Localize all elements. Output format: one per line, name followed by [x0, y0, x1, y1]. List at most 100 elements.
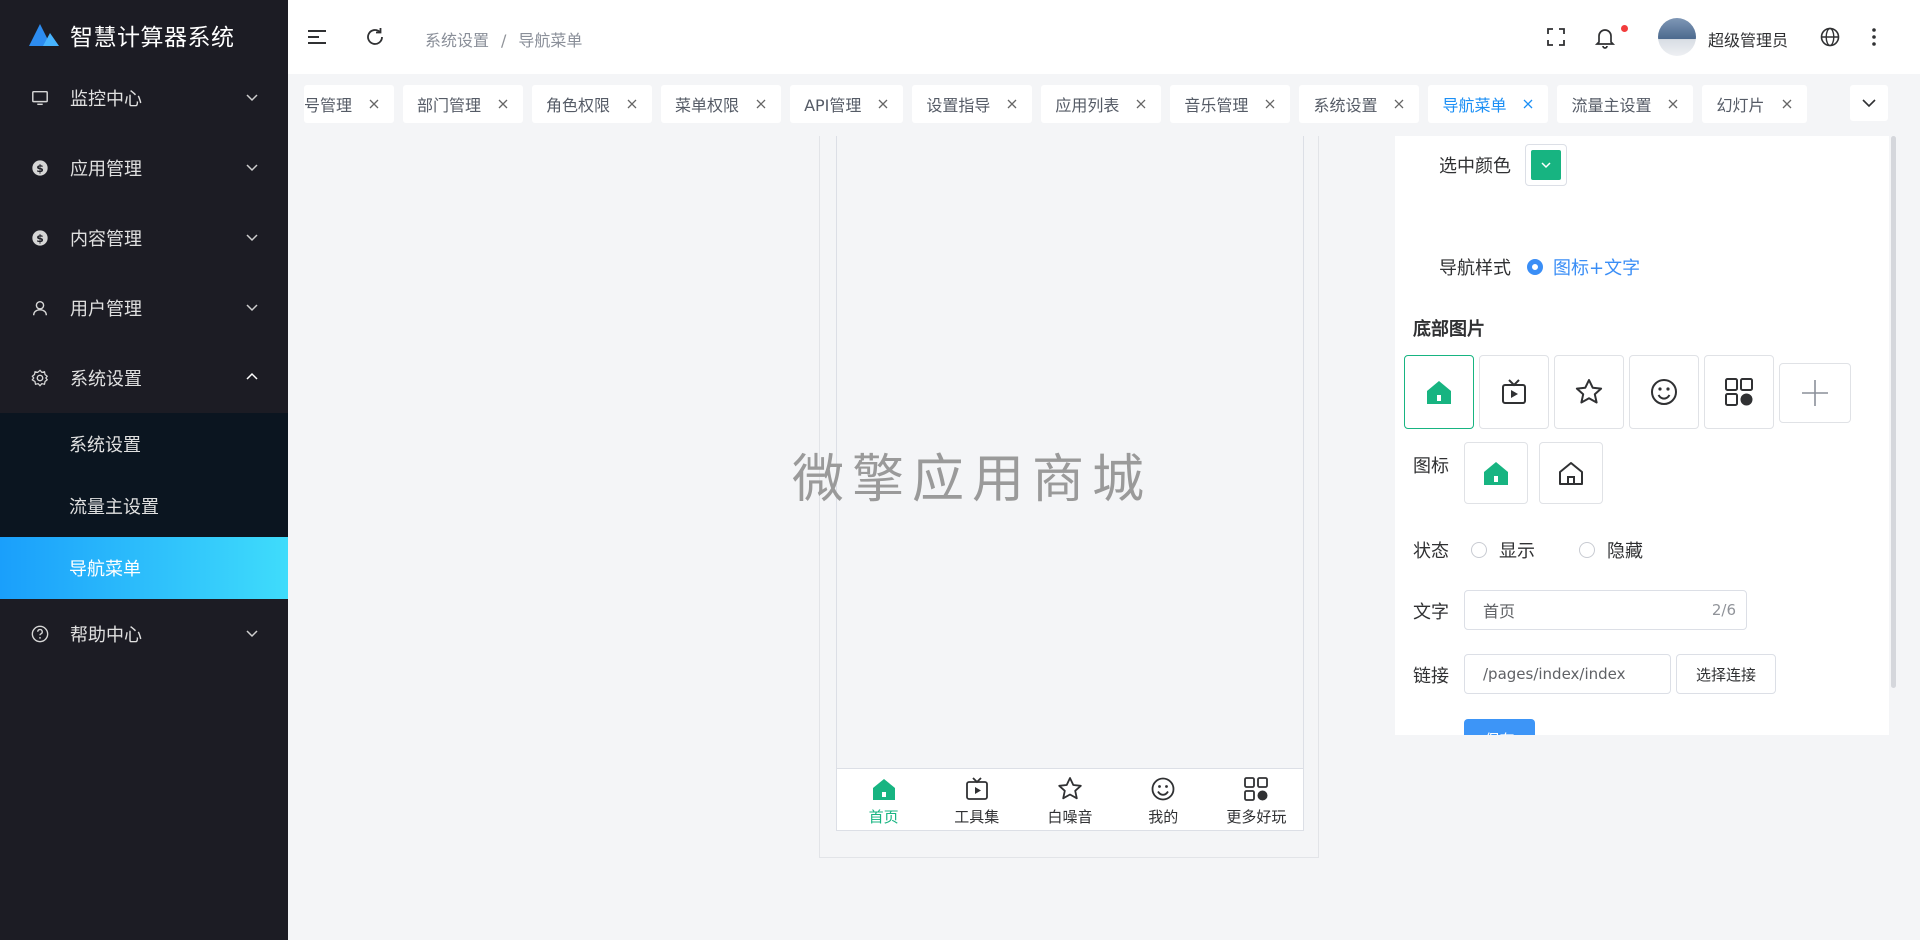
scrollbar[interactable]: [1891, 136, 1896, 688]
bottom-image-home[interactable]: [1404, 355, 1474, 429]
tab-department-management[interactable]: 部门管理: [403, 85, 524, 123]
tabs-more-button[interactable]: [1850, 85, 1888, 121]
sidebar-item-label: 内容管理: [70, 229, 142, 250]
chevron-down-icon: [246, 630, 258, 638]
home-outline-icon: [1559, 462, 1583, 485]
tab-menu-permissions[interactable]: 菜单权限: [661, 85, 782, 123]
nav-style-label: 导航样式: [1439, 258, 1511, 279]
close-icon[interactable]: [626, 98, 638, 110]
tab-music-management[interactable]: 音乐管理: [1170, 85, 1291, 123]
tab-system-settings[interactable]: 系统设置: [1299, 85, 1420, 123]
sidebar-item-system-settings[interactable]: 系统设置: [0, 343, 288, 413]
chevron-down-icon: [246, 234, 258, 242]
dollar-circle-icon: $: [30, 228, 50, 248]
bottom-image-star[interactable]: [1554, 355, 1624, 429]
tab-label: 导航菜单: [1442, 96, 1507, 115]
bottom-image-smile[interactable]: [1629, 355, 1699, 429]
tab-label: 幻灯片: [1716, 96, 1765, 115]
add-image-button[interactable]: [1779, 363, 1851, 423]
chevron-up-icon: [246, 372, 258, 380]
sidebar-item-monitor[interactable]: 监控中心: [0, 63, 288, 133]
status-hide-label[interactable]: 隐藏: [1607, 537, 1643, 563]
bottom-image-tools[interactable]: [1479, 355, 1549, 429]
star-icon: [1058, 777, 1082, 800]
status-hide-radio[interactable]: [1579, 542, 1595, 558]
app-logo[interactable]: 智慧计算器系统: [0, 0, 288, 70]
refresh-icon[interactable]: [363, 25, 387, 49]
close-icon[interactable]: [497, 98, 509, 110]
close-icon[interactable]: [1393, 98, 1405, 110]
sidebar-subitem-system-settings[interactable]: 系统设置: [0, 413, 288, 475]
sidebar-subitem-traffic-settings[interactable]: 流量主设置: [0, 475, 288, 537]
tab-account-management[interactable]: 号管理: [304, 85, 395, 123]
tab-traffic-settings[interactable]: 流量主设置: [1557, 85, 1694, 123]
save-button[interactable]: 保存: [1464, 719, 1535, 735]
chevron-down-icon: [246, 164, 258, 172]
menu-fold-icon[interactable]: [305, 25, 329, 49]
svg-text:$: $: [36, 232, 44, 245]
close-icon[interactable]: [1781, 98, 1793, 110]
breadcrumb-item[interactable]: 系统设置: [425, 31, 489, 50]
status-show-label[interactable]: 显示: [1499, 537, 1535, 563]
grid-icon: [1244, 777, 1269, 801]
sidebar-item-user-management[interactable]: 用户管理: [0, 273, 288, 343]
text-input[interactable]: 首页 2/6: [1464, 590, 1747, 630]
choose-link-button[interactable]: 选择连接: [1676, 654, 1776, 694]
tab-label: 角色权限: [546, 96, 611, 115]
tab-api-management[interactable]: API管理: [790, 85, 904, 123]
breadcrumb: 系统设置 / 导航菜单: [425, 27, 582, 51]
nav-style-row: 导航样式 图标+文字: [1439, 254, 1640, 280]
tab-label: API管理: [804, 96, 862, 115]
close-icon[interactable]: [1264, 98, 1276, 110]
sidebar-item-label: 帮助中心: [70, 625, 142, 646]
dollar-circle-icon: $: [30, 158, 50, 178]
nav-item-mine[interactable]: 我的: [1117, 769, 1210, 830]
username[interactable]: 超级管理员: [1708, 27, 1788, 51]
grid-icon: [1725, 378, 1753, 406]
color-picker[interactable]: [1525, 144, 1567, 186]
avatar[interactable]: [1658, 18, 1696, 56]
icon-unselected[interactable]: [1539, 442, 1603, 504]
globe-icon[interactable]: [1818, 25, 1842, 49]
sidebar-item-content-management[interactable]: $ 内容管理: [0, 203, 288, 273]
link-input-value: /pages/index/index: [1483, 665, 1626, 683]
nav-item-home[interactable]: 首页: [837, 769, 930, 830]
tab-slideshow[interactable]: 幻灯片: [1702, 85, 1807, 123]
nav-item-more-fun[interactable]: 更多好玩: [1210, 769, 1303, 830]
sidebar-subitem-nav-menu[interactable]: 导航菜单: [0, 537, 288, 599]
tabs-bar: 号管理 部门管理 角色权限 菜单权限 API管理 设置指导 应用列表 音乐管理 …: [288, 74, 1920, 136]
sidebar-item-app-management[interactable]: $ 应用管理: [0, 133, 288, 203]
close-icon[interactable]: [755, 98, 767, 110]
fullscreen-icon[interactable]: [1544, 25, 1568, 49]
status-show-radio[interactable]: [1471, 542, 1487, 558]
close-icon[interactable]: [368, 98, 380, 110]
chevron-down-icon: [1541, 162, 1551, 169]
nav-item-white-noise[interactable]: 白噪音: [1023, 769, 1116, 830]
top-header: 系统设置 / 导航菜单 超级管理员: [288, 0, 1920, 74]
sidebar-item-help-center[interactable]: 帮助中心: [0, 599, 288, 669]
help-circle-icon: [30, 624, 50, 644]
home-icon: [872, 779, 895, 800]
tab-setup-guide[interactable]: 设置指导: [912, 85, 1033, 123]
status-row: 状态 显示 隐藏: [1413, 537, 1643, 563]
nav-item-tools[interactable]: 工具集: [930, 769, 1023, 830]
tab-nav-menu[interactable]: 导航菜单: [1428, 85, 1549, 123]
link-input[interactable]: /pages/index/index: [1464, 654, 1671, 694]
nav-style-radio[interactable]: [1527, 259, 1543, 275]
bell-icon[interactable]: [1593, 25, 1617, 49]
app-title: 智慧计算器系统: [70, 25, 235, 51]
more-vertical-icon[interactable]: [1862, 25, 1886, 49]
nav-style-option[interactable]: 图标+文字: [1553, 254, 1640, 280]
close-icon[interactable]: [1135, 98, 1147, 110]
close-icon[interactable]: [1006, 98, 1018, 110]
close-icon[interactable]: [1667, 98, 1679, 110]
tab-role-permissions[interactable]: 角色权限: [532, 85, 653, 123]
sidebar: 智慧计算器系统 监控中心 $ 应用管理 $ 内容管理 用户管理 系统设置 系统设…: [0, 0, 288, 940]
icon-selected[interactable]: [1464, 442, 1528, 504]
close-icon[interactable]: [877, 98, 889, 110]
nav-item-label: 更多好玩: [1226, 808, 1287, 826]
tab-app-list[interactable]: 应用列表: [1041, 85, 1162, 123]
settings-panel: 选中颜色 导航样式 图标+文字 底部图片 图标 状态 显示 隐藏 文字 首页 2…: [1395, 136, 1889, 735]
bottom-image-grid[interactable]: [1704, 355, 1774, 429]
close-icon[interactable]: [1522, 98, 1534, 110]
